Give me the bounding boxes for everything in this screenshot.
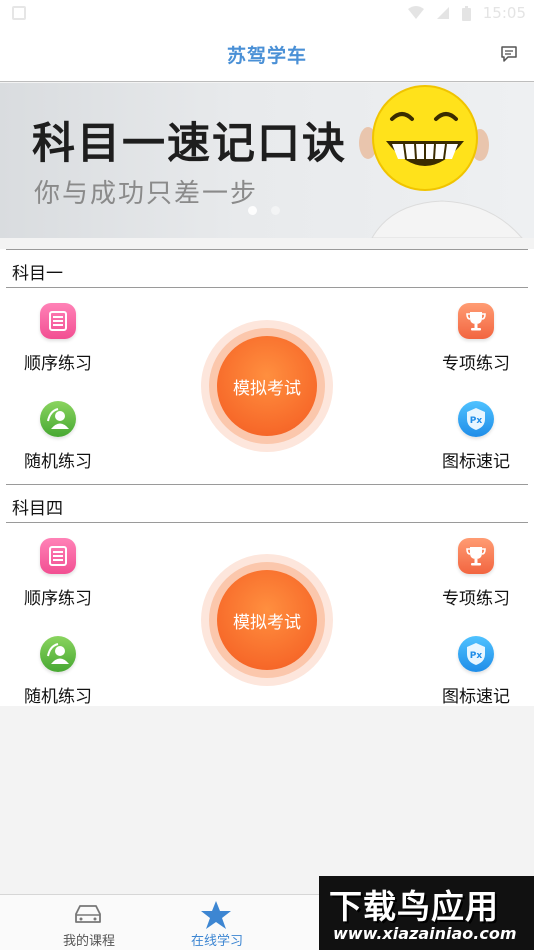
subject1-title: 科目一 xyxy=(12,264,63,284)
battery-icon xyxy=(461,5,471,21)
car-icon xyxy=(75,905,101,923)
carousel-dot[interactable] xyxy=(271,206,280,215)
subject4-sequential-practice[interactable]: 顺序练习 xyxy=(10,538,106,609)
item-label: 随机练习 xyxy=(24,452,92,472)
item-label: 图标速记 xyxy=(442,687,510,707)
page-title: 苏驾学车 xyxy=(226,45,307,67)
random-user-icon xyxy=(40,636,76,672)
subject4-random-practice[interactable]: 随机练习 xyxy=(10,636,106,707)
subject4-mock-exam-button[interactable]: 模拟考试 xyxy=(201,554,333,686)
trophy-icon xyxy=(458,303,494,339)
svg-text:Px: Px xyxy=(470,416,483,426)
carousel-dot-active[interactable] xyxy=(248,206,257,215)
item-label: 随机练习 xyxy=(24,687,92,707)
subject4-special-practice[interactable]: 专项练习 xyxy=(428,538,524,609)
subject1-special-practice[interactable]: 专项练习 xyxy=(428,303,524,374)
subject1-mock-exam-button[interactable]: 模拟考试 xyxy=(201,320,333,452)
message-icon[interactable] xyxy=(500,45,518,63)
subject1-sequential-practice[interactable]: 顺序练习 xyxy=(10,303,106,374)
list-icon xyxy=(40,303,76,339)
subject1-sign-memorize[interactable]: Px 图标速记 xyxy=(428,401,524,472)
item-label: 专项练习 xyxy=(442,354,510,374)
random-user-icon xyxy=(40,401,76,437)
exam-label: 模拟考试 xyxy=(233,379,301,399)
star-icon xyxy=(201,901,231,929)
list-icon xyxy=(40,538,76,574)
item-label: 图标速记 xyxy=(442,452,510,472)
banner-title: 科目一速记口诀 xyxy=(32,119,347,169)
smiley-face-illustration xyxy=(359,85,523,238)
watermark-title: 下载鸟应用 xyxy=(329,887,499,926)
svg-text:Px: Px xyxy=(470,651,483,661)
banner-subtitle: 你与成功只差一步 xyxy=(34,179,259,209)
item-label: 专项练习 xyxy=(442,589,510,609)
subject4-title: 科目四 xyxy=(12,499,63,519)
app-header: 苏驾学车 xyxy=(0,26,534,82)
subject1-section: 科目一 顺序练习 随机练习 模拟考试 专项练习 Px 图标速记 xyxy=(0,249,534,485)
subject4-sign-memorize[interactable]: Px 图标速记 xyxy=(428,636,524,707)
banner-carousel[interactable]: 科目一速记口诀 你与成功只差一步 xyxy=(0,83,534,238)
subject4-section: 科目四 顺序练习 随机练习 模拟考试 专项练习 Px 图标速记 xyxy=(0,484,534,707)
notification-icon xyxy=(12,6,26,20)
trophy-icon xyxy=(458,538,494,574)
status-icons: 15:05 xyxy=(407,4,526,22)
watermark-logo: 下载鸟应用 www.xiazainiao.com xyxy=(319,876,534,950)
badge-icon: Px xyxy=(458,401,494,437)
carousel-indicators xyxy=(248,206,280,215)
badge-icon: Px xyxy=(458,636,494,672)
subject1-random-practice[interactable]: 随机练习 xyxy=(10,401,106,472)
wifi-icon xyxy=(407,6,424,19)
item-label: 顺序练习 xyxy=(24,354,92,374)
signal-icon xyxy=(436,7,449,19)
item-label: 顺序练习 xyxy=(24,589,92,609)
subject1-header: 科目一 xyxy=(6,249,528,288)
watermark-url: www.xiazainiao.com xyxy=(333,924,517,943)
exam-label: 模拟考试 xyxy=(233,613,301,633)
status-time: 15:05 xyxy=(482,4,526,22)
subject4-header: 科目四 xyxy=(6,484,528,523)
status-bar: 15:05 xyxy=(0,0,534,26)
